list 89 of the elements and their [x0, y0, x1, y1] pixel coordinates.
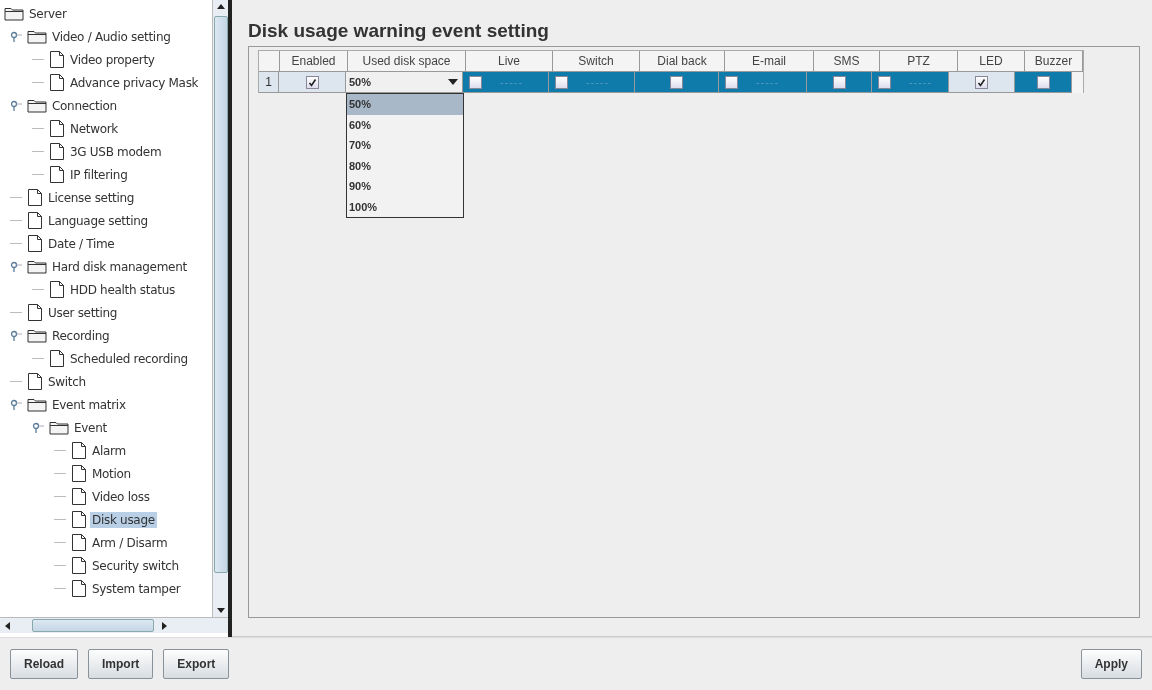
tree-item[interactable]: Network — [68, 120, 120, 137]
tree-item[interactable]: 3G USB modem — [68, 143, 164, 160]
dropdown-option[interactable]: 70% — [347, 135, 463, 156]
folder-icon — [49, 420, 69, 435]
document-icon — [71, 510, 87, 529]
checkbox[interactable] — [725, 75, 738, 89]
document-icon — [71, 533, 87, 552]
expand-handle-icon[interactable] — [10, 30, 22, 43]
document-icon — [71, 487, 87, 506]
page-title: Disk usage warning event setting — [248, 20, 550, 42]
expand-handle-icon[interactable] — [10, 398, 22, 411]
dropdown-option[interactable]: 60% — [347, 114, 463, 135]
document-icon — [27, 188, 43, 207]
document-icon — [71, 464, 87, 483]
document-icon — [49, 280, 65, 299]
tree-item[interactable]: Advance privacy Mask — [68, 74, 201, 91]
document-icon — [49, 50, 65, 69]
folder-icon — [27, 328, 47, 343]
tree-item[interactable]: IP filtering — [68, 166, 130, 183]
checkbox[interactable] — [670, 75, 683, 89]
folder-icon — [27, 259, 47, 274]
cell-text: ----- — [756, 76, 780, 88]
dropdown-option[interactable]: 50% — [347, 94, 463, 115]
tree-item[interactable]: Video property — [68, 51, 157, 68]
document-icon — [71, 579, 87, 598]
toolbar-button[interactable]: Reload — [10, 649, 78, 679]
tree-item[interactable]: HDD health status — [68, 281, 177, 298]
document-icon — [49, 349, 65, 368]
tree-item[interactable]: Switch — [46, 373, 88, 390]
cell-text: ----- — [586, 76, 610, 88]
folder-icon — [27, 29, 47, 44]
checkbox[interactable] — [469, 75, 482, 89]
tree-item[interactable]: Video loss — [90, 488, 152, 505]
tree-item[interactable]: System tamper — [90, 580, 183, 597]
cell-text: ----- — [500, 76, 524, 88]
document-icon — [27, 234, 43, 253]
expand-handle-icon[interactable] — [32, 421, 44, 434]
tree-item[interactable]: Event matrix — [50, 396, 128, 413]
tree-item[interactable]: License setting — [46, 189, 137, 206]
tree-item[interactable]: Server — [27, 5, 69, 22]
document-icon — [71, 441, 87, 460]
folder-icon — [4, 6, 24, 21]
tree-item[interactable]: Event — [72, 419, 109, 436]
row-number: 1 — [259, 72, 279, 93]
folder-icon — [27, 98, 47, 113]
tree-item[interactable]: Arm / Disarm — [90, 534, 170, 551]
dropdown-option[interactable]: 80% — [347, 155, 463, 176]
tree-item[interactable]: Hard disk management — [50, 258, 189, 275]
tree-item[interactable]: Motion — [90, 465, 133, 482]
document-icon — [27, 372, 43, 391]
disk-space-combo[interactable]: 50% — [346, 72, 462, 92]
document-icon — [49, 73, 65, 92]
expand-handle-icon[interactable] — [10, 260, 22, 273]
tree-item[interactable]: Alarm — [90, 442, 128, 459]
dropdown-option[interactable]: 90% — [347, 176, 463, 197]
checkbox[interactable] — [305, 75, 319, 89]
tree-item[interactable]: Date / Time — [46, 235, 117, 252]
tree-item[interactable]: Video / Audio setting — [50, 28, 173, 45]
cell-text: ----- — [909, 76, 933, 88]
toolbar-button[interactable]: Import — [88, 649, 154, 679]
tree-item[interactable]: Language setting — [46, 212, 150, 229]
scroll-right-icon[interactable] — [160, 620, 168, 631]
document-icon — [27, 211, 43, 230]
apply-button[interactable]: Apply — [1080, 649, 1142, 679]
tree-item[interactable]: Scheduled recording — [68, 350, 190, 367]
folder-icon — [27, 397, 47, 412]
tree-item[interactable]: User setting — [46, 304, 120, 321]
toolbar-button[interactable]: Export — [163, 649, 230, 679]
scroll-left-icon[interactable] — [4, 620, 12, 631]
document-icon — [27, 303, 43, 322]
tree-item[interactable]: Disk usage — [90, 511, 157, 528]
horizontal-scrollbar[interactable] — [0, 617, 228, 633]
document-icon — [71, 556, 87, 575]
checkbox[interactable] — [975, 75, 988, 89]
document-icon — [49, 165, 65, 184]
expand-handle-icon[interactable] — [10, 329, 22, 342]
checkbox[interactable] — [832, 75, 846, 89]
document-icon — [49, 142, 65, 161]
vertical-scrollbar[interactable] — [212, 0, 228, 617]
tree-item[interactable]: Security switch — [90, 557, 181, 574]
checkbox[interactable] — [555, 75, 568, 89]
expand-handle-icon[interactable] — [10, 99, 22, 112]
checkbox[interactable] — [878, 75, 891, 89]
dropdown-option[interactable]: 100% — [347, 196, 463, 217]
dropdown-arrow-icon[interactable] — [448, 79, 458, 85]
tree-item[interactable]: Recording — [50, 327, 112, 344]
tree-item[interactable]: Connection — [50, 97, 119, 114]
checkbox[interactable] — [1036, 75, 1050, 89]
document-icon — [49, 119, 65, 138]
